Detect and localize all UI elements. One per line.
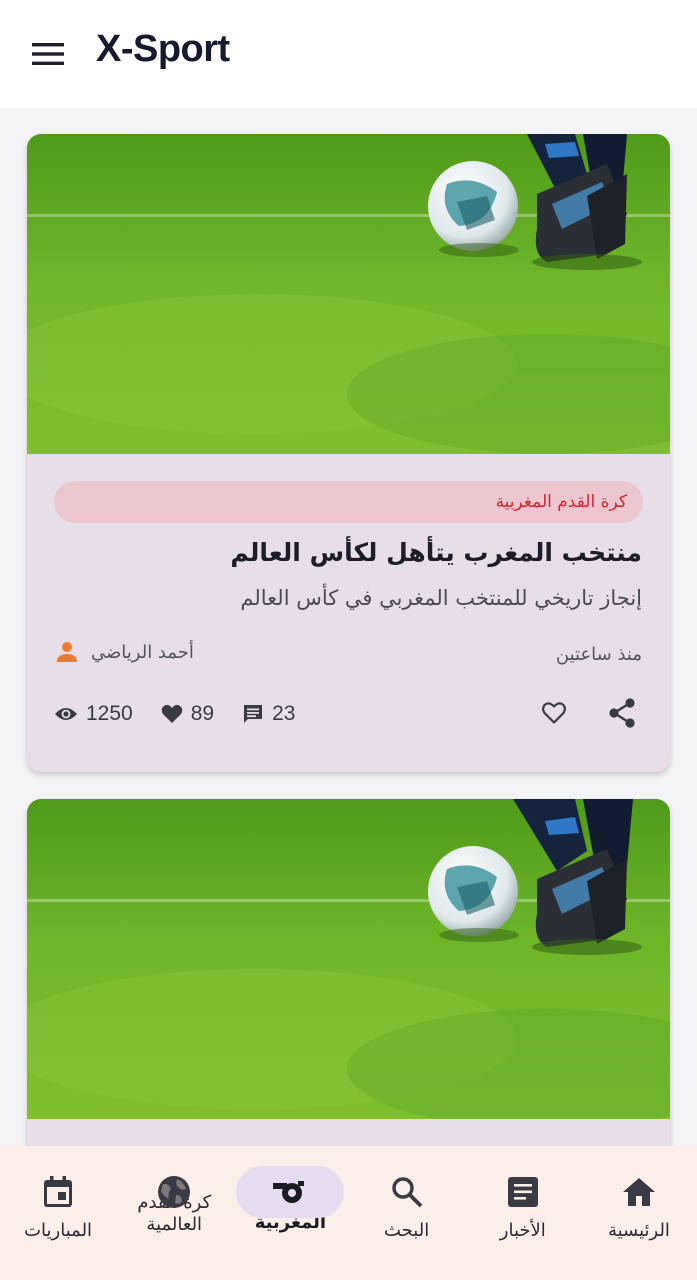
- news-feed[interactable]: كرة القدم المغربية منتخب المغرب يتأهل لك…: [0, 108, 697, 1146]
- comments-stat: 23: [242, 702, 295, 726]
- nav-label: البحث: [383, 1220, 430, 1241]
- likes-count: 89: [190, 702, 215, 725]
- globe-icon: [157, 1174, 191, 1210]
- menu-icon: [32, 43, 64, 65]
- nav-item-news[interactable]: الأخبار: [465, 1146, 581, 1280]
- author-name: أحمد الرياضي: [91, 641, 194, 663]
- views-count: 1250: [86, 702, 133, 725]
- article-image: [27, 799, 670, 1119]
- like-button[interactable]: [537, 696, 571, 730]
- category-chip[interactable]: كرة القدم المغربية: [54, 481, 643, 523]
- nav-label: الأخبار: [499, 1220, 546, 1241]
- nav-item-home[interactable]: الرئيسية: [581, 1146, 697, 1280]
- whistle-icon: [272, 1174, 308, 1210]
- likes-stat: 89: [161, 702, 214, 726]
- menu-button[interactable]: [24, 30, 72, 78]
- article-card[interactable]: [27, 799, 670, 1146]
- nav-item-moroccan-football[interactable]: كرة القدم المغربية: [232, 1146, 348, 1280]
- nav-item-matches[interactable]: المباريات: [0, 1146, 116, 1280]
- home-icon: [622, 1174, 656, 1210]
- share-button[interactable]: [605, 696, 639, 730]
- eye-icon: [55, 708, 77, 720]
- bottom-navigation: المباريات كرة القدم العالمية كرة القدم ا…: [0, 1146, 697, 1280]
- nav-label: الرئيسية: [607, 1220, 670, 1241]
- category-label: كرة القدم المغربية: [495, 492, 627, 512]
- author-info: أحمد الرياضي: [55, 640, 194, 664]
- person-icon: [57, 642, 77, 662]
- comment-icon: [244, 705, 263, 723]
- nav-item-search[interactable]: البحث: [349, 1146, 465, 1280]
- app-title: X-Sport: [96, 28, 230, 70]
- search-icon: [391, 1174, 423, 1210]
- article-time: منذ ساعتين: [555, 644, 642, 665]
- heart-filled-icon: [161, 704, 183, 723]
- article-stats: 1250 89 23: [54, 702, 323, 726]
- article-headline[interactable]: منتخب المغرب يتأهل لكأس العالم: [55, 538, 642, 567]
- views-stat: 1250: [54, 702, 133, 726]
- app-bar: X-Sport: [0, 0, 697, 108]
- heart-outline-icon: [541, 702, 567, 724]
- article-icon: [507, 1174, 539, 1210]
- article-image: [27, 134, 670, 454]
- nav-item-world-football[interactable]: كرة القدم العالمية: [116, 1146, 232, 1280]
- nav-label: المباريات: [24, 1220, 93, 1241]
- article-summary: إنجاز تاريخي للمنتخب المغربي في كأس العا…: [240, 586, 642, 610]
- article-card[interactable]: كرة القدم المغربية منتخب المغرب يتأهل لك…: [27, 134, 670, 772]
- comments-count: 23: [272, 702, 296, 725]
- calendar-icon: [42, 1174, 74, 1210]
- article-actions: [537, 696, 639, 730]
- article-body: كرة القدم المغربية منتخب المغرب يتأهل لك…: [27, 454, 670, 772]
- share-icon: [609, 698, 635, 728]
